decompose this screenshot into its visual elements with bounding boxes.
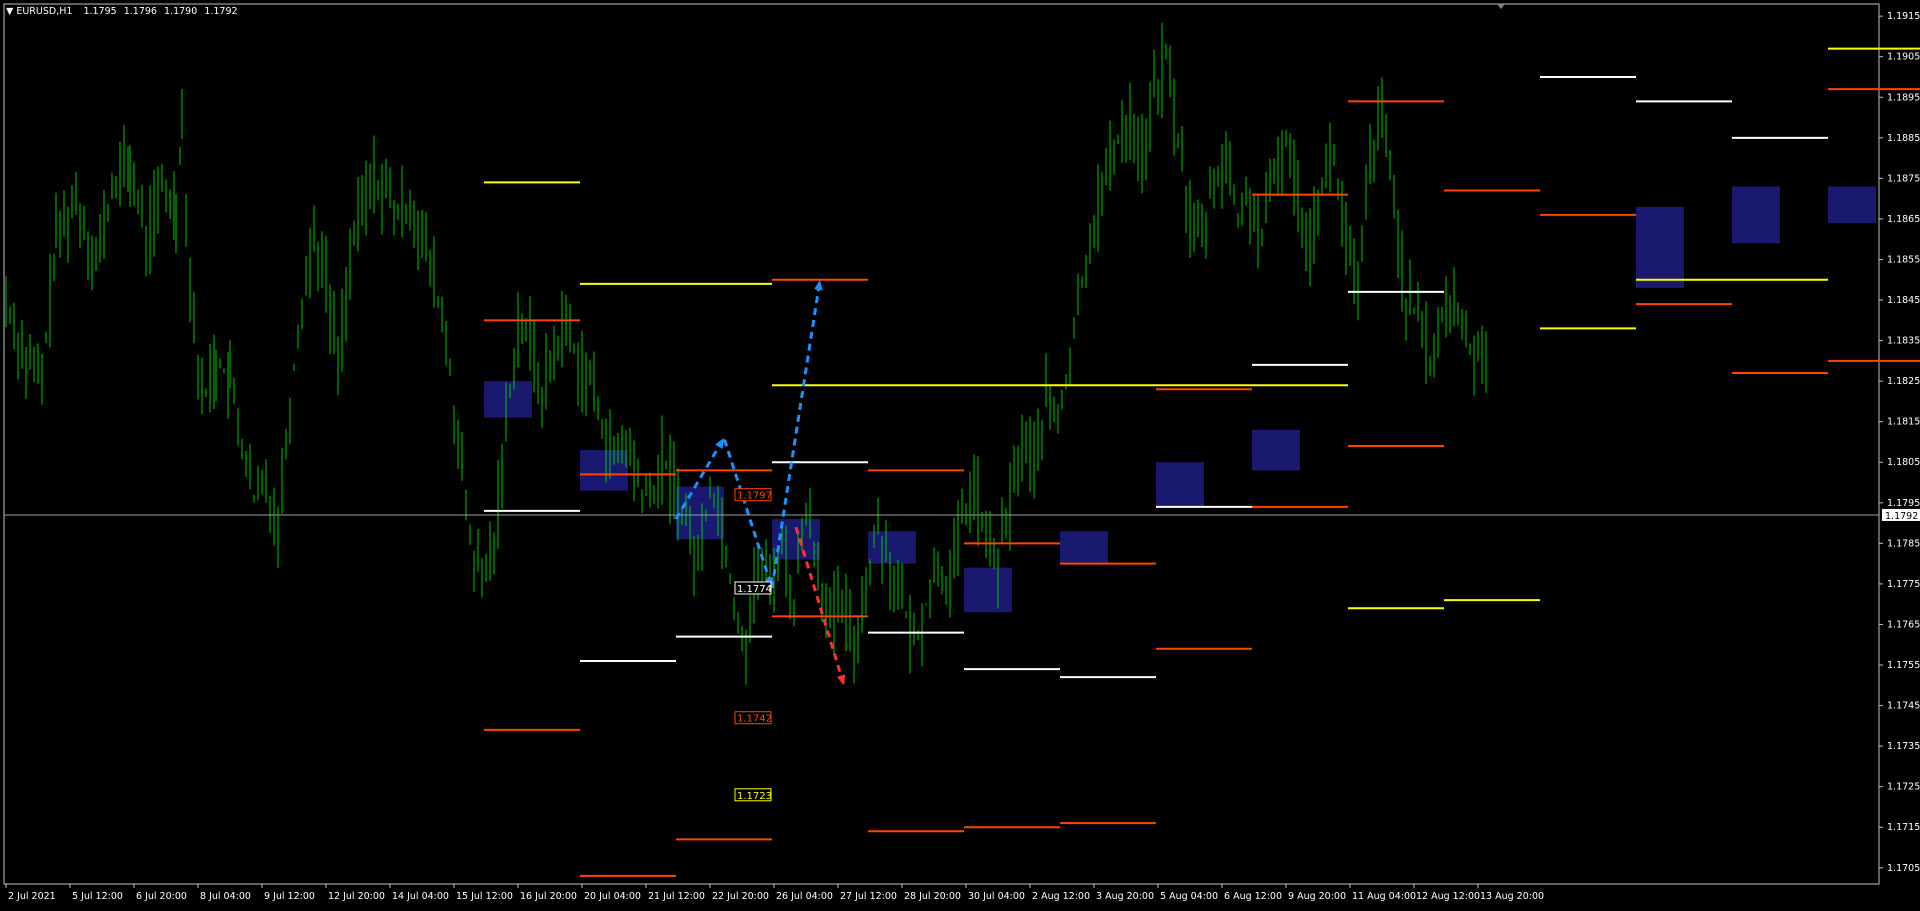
x-tick-label: 20 Jul 04:00 [584, 891, 641, 902]
x-tick-label: 9 Jul 12:00 [264, 891, 315, 902]
y-tick-label: 1.1795 [1887, 498, 1920, 509]
high-value: 1.1796 [123, 6, 157, 17]
x-tick-label: 14 Jul 04:00 [392, 891, 449, 902]
y-tick-label: 1.1835 [1887, 336, 1920, 347]
order-zone [484, 381, 532, 418]
y-tick-label: 1.1775 [1887, 579, 1920, 590]
y-tick-label: 1.1825 [1887, 376, 1920, 387]
level-label-text: 1.1774 [737, 584, 772, 595]
x-tick-label: 8 Jul 04:00 [200, 891, 251, 902]
y-tick-label: 1.1895 [1887, 92, 1920, 103]
x-tick-label: 9 Aug 20:00 [1288, 891, 1346, 902]
price-chart[interactable]: 1.1797 1.1774 1.1742 1.1723 1.1915 1.1905 1.1… [0, 0, 1920, 907]
y-tick-label: 1.1745 [1887, 701, 1920, 712]
order-zone [580, 450, 628, 491]
y-tick-label: 1.1765 [1887, 619, 1920, 630]
chart-window[interactable]: 1.1797 1.1774 1.1742 1.1723 1.1915 1.1905 1.1… [0, 0, 1920, 907]
open-value: 1.1795 [83, 6, 117, 17]
current-price-label: 1.1792 [1885, 511, 1918, 522]
dropdown-triangle-icon[interactable]: ▼ [6, 6, 13, 17]
y-tick-label: 1.1845 [1887, 295, 1920, 306]
y-tick-label: 1.1885 [1887, 133, 1920, 144]
x-tick-label: 5 Aug 04:00 [1160, 891, 1218, 902]
x-tick-label: 30 Jul 04:00 [968, 891, 1025, 902]
level-label-text: 1.1723 [737, 791, 772, 802]
symbol-label: EURUSD,H1 [16, 6, 73, 17]
symbol-info-bar[interactable]: ▼ EURUSD,H1 1.1795 1.1796 1.1790 1.1792 [6, 6, 242, 17]
x-tick-label: 15 Jul 12:00 [456, 891, 513, 902]
y-tick-label: 1.1735 [1887, 741, 1920, 752]
order-zone [676, 486, 724, 540]
order-zone [1156, 462, 1204, 507]
y-tick-label: 1.1805 [1887, 457, 1920, 468]
order-zone [1252, 429, 1300, 471]
x-tick-label: 22 Jul 20:00 [712, 891, 769, 902]
y-tick-label: 1.1785 [1887, 538, 1920, 549]
y-tick-label: 1.1815 [1887, 417, 1920, 428]
y-tick-label: 1.1905 [1887, 52, 1920, 63]
level-label-text: 1.1797 [737, 491, 772, 502]
order-zone [1060, 531, 1108, 564]
low-value: 1.1790 [164, 6, 198, 17]
x-tick-label: 16 Jul 20:00 [520, 891, 577, 902]
x-tick-label: 6 Jul 20:00 [136, 891, 187, 902]
y-tick-label: 1.1875 [1887, 173, 1920, 184]
level-label-text: 1.1742 [737, 714, 772, 725]
x-tick-label: 13 Aug 20:00 [1480, 891, 1544, 902]
x-tick-label: 12 Jul 20:00 [328, 891, 385, 902]
y-tick-label: 1.1855 [1887, 254, 1920, 265]
x-tick-label: 21 Jul 12:00 [648, 891, 705, 902]
close-value: 1.1792 [204, 6, 238, 17]
order-zone [1828, 186, 1876, 223]
x-tick-label: 28 Jul 20:00 [904, 891, 961, 902]
order-zone [1636, 206, 1684, 288]
x-tick-label: 2 Jul 2021 [8, 891, 56, 902]
order-zone [1732, 186, 1780, 244]
order-zone [868, 531, 916, 564]
x-tick-label: 3 Aug 20:00 [1096, 891, 1154, 902]
y-tick-label: 1.1755 [1887, 660, 1920, 671]
y-tick-label: 1.1705 [1887, 863, 1920, 874]
y-tick-label: 1.1915 [1887, 11, 1920, 22]
x-tick-label: 27 Jul 12:00 [840, 891, 897, 902]
y-tick-label: 1.1865 [1887, 214, 1920, 225]
y-tick-label: 1.1725 [1887, 782, 1920, 793]
y-tick-label: 1.1715 [1887, 822, 1920, 833]
order-zone [964, 567, 1012, 613]
x-tick-label: 6 Aug 12:00 [1224, 891, 1282, 902]
x-tick-label: 12 Aug 12:00 [1416, 891, 1480, 902]
x-tick-label: 11 Aug 04:00 [1352, 891, 1416, 902]
x-tick-label: 26 Jul 04:00 [776, 891, 833, 902]
x-tick-label: 5 Jul 12:00 [72, 891, 123, 902]
chart-background [0, 0, 1920, 907]
x-tick-label: 2 Aug 12:00 [1032, 891, 1090, 902]
